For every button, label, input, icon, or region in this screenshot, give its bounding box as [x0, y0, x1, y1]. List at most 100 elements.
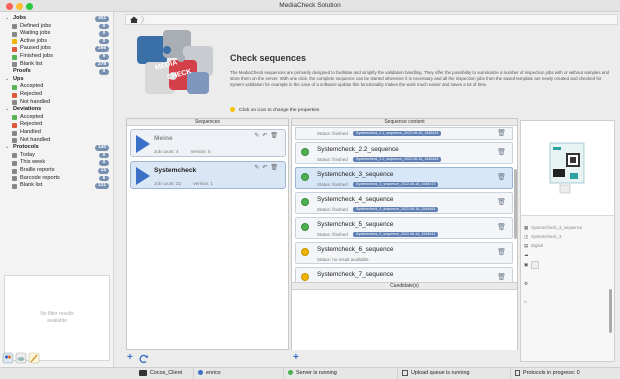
- add-candidate-button[interactable]: +: [293, 352, 299, 363]
- home-icon[interactable]: [128, 15, 148, 24]
- people-icon[interactable]: [2, 352, 14, 364]
- sidebar-item-16[interactable]: Not handled: [0, 137, 114, 145]
- result-tag[interactable]: Systemcheck_2.2_sequence_2022-06-16_1545…: [353, 157, 442, 162]
- sidebar-item-19[interactable]: This week 0: [0, 159, 114, 167]
- trash-icon[interactable]: 🗑: [497, 148, 506, 156]
- sidebar-item-17[interactable]: ⌄ Protocols 140: [0, 144, 114, 152]
- status-icon: [12, 153, 17, 159]
- result-tag[interactable]: Systemcheck_3_sequence_2022-06-16_154547…: [353, 182, 439, 187]
- sequence-content-item[interactable]: Systemcheck_6_sequence Status: no result …: [295, 242, 513, 264]
- sidebar-item-11[interactable]: Not handled: [0, 99, 114, 107]
- refresh-icon[interactable]: [139, 354, 149, 364]
- document-icon: [515, 369, 520, 376]
- status-icon: [12, 160, 17, 166]
- sidebar-item-3[interactable]: Active jobs 0: [0, 38, 114, 46]
- sidebar-item-18[interactable]: Today 0: [0, 152, 114, 160]
- user-icon: [198, 370, 203, 376]
- trash-icon[interactable]: 🗑: [270, 165, 281, 171]
- content-scrollbar[interactable]: [514, 169, 517, 239]
- close-window-button[interactable]: [6, 3, 13, 10]
- sidebar-item-label: Blank list: [20, 60, 43, 67]
- sidebar-item-2[interactable]: Waiting jobs 0: [0, 30, 114, 38]
- filter-results-panel: No filter results available: [4, 275, 110, 361]
- sidebar-item-label: Waiting jobs: [20, 30, 51, 37]
- content-item-name: Systemcheck_6_sequence: [317, 246, 394, 253]
- sidebar-item-1[interactable]: Defined jobs 0: [0, 23, 114, 31]
- sequences-panel-header: Sequences: [127, 119, 288, 126]
- count-badge: 6: [99, 175, 109, 182]
- sidebar-item-0[interactable]: ⌄ Jobs 302: [0, 15, 114, 23]
- sidebar-item-15[interactable]: Handled: [0, 129, 114, 137]
- sidebar-item-6[interactable]: Blank list 278: [0, 61, 114, 69]
- content-item-name: Systemcheck_3_sequence: [317, 171, 394, 178]
- sidebar-item-label: Handled: [20, 129, 41, 135]
- chevron-down-icon[interactable]: ⌄: [5, 144, 9, 152]
- trash-icon[interactable]: 🗑: [497, 223, 506, 231]
- client-name: Cocos_Client: [150, 370, 183, 376]
- preview-type-value: Digital: [531, 243, 543, 248]
- trash-icon[interactable]: 🗑: [497, 273, 506, 281]
- sidebar-item-13[interactable]: Accepted: [0, 114, 114, 122]
- sequence-content-item[interactable]: Systemcheck_4_sequence Status: finished Sy…: [295, 192, 513, 214]
- status-icon: [12, 54, 17, 60]
- count-badge: 5: [99, 54, 109, 60]
- preview-info-name: ▦ Systemcheck_3_sequence: [524, 225, 583, 230]
- sidebar-item-4[interactable]: Paused jobs 296: [0, 45, 114, 53]
- count-badge: 131: [94, 183, 109, 189]
- server-status-icon: [288, 370, 293, 376]
- play-icon[interactable]: [136, 167, 150, 185]
- sidebar-item-20[interactable]: Braille reports 15: [0, 167, 114, 175]
- content-item-status: Status: finished: [317, 157, 348, 162]
- partial-content-item[interactable]: Status: finished Systemcheck_2.1_sequenc…: [295, 127, 513, 140]
- chevron-down-icon[interactable]: ⌄: [5, 76, 9, 84]
- sidebar-item-21[interactable]: Barcode reports 6: [0, 175, 114, 183]
- content-item-name: Systemcheck_7_sequence: [317, 271, 394, 278]
- sequence-card[interactable]: Systemcheck Job count: 22 Version: 1 ✎↶🗑: [130, 161, 286, 189]
- sidebar-item-label: Proofs: [13, 68, 31, 75]
- trash-icon[interactable]: 🗑: [497, 129, 506, 137]
- sidebar-item-label: Rejected: [20, 121, 43, 128]
- sidebar-item-7[interactable]: Proofs 0: [0, 68, 114, 76]
- sequence-content-item[interactable]: Systemcheck_2.2_sequence Status: finished…: [295, 142, 513, 164]
- result-tag[interactable]: Systemcheck_4_sequence_2022-06-16_154549…: [353, 207, 439, 212]
- sequence-name: Systemcheck: [154, 167, 197, 174]
- sequence-card[interactable]: Meine Job count: 4 Version: 5 ✎↶🗑: [130, 129, 286, 157]
- chevron-down-icon[interactable]: ⌄: [5, 106, 9, 114]
- trash-icon[interactable]: 🗑: [497, 173, 506, 181]
- preview-info-type: ▤ Digital: [524, 243, 543, 248]
- user-name: enrico: [206, 370, 221, 376]
- add-sequence-button[interactable]: +: [127, 352, 133, 363]
- status-upload: Upload queue is running: [397, 368, 469, 379]
- trash-icon[interactable]: 🗑: [270, 133, 281, 139]
- status-bar: Cocos_Client enrico Server is running Up…: [0, 367, 620, 379]
- status-indicator-icon: [301, 223, 309, 231]
- preview-info-thumb: ▣: [524, 261, 539, 269]
- sidebar-item-label: This week: [20, 159, 46, 166]
- sidebar-item-22[interactable]: Blank list 131: [0, 182, 114, 190]
- count-badge: 302: [94, 16, 109, 22]
- sequence-content-item[interactable]: Systemcheck_3_sequence Status: finished Sy…: [295, 167, 513, 189]
- upload-icon: [402, 369, 408, 376]
- trash-icon[interactable]: 🗑: [497, 248, 506, 256]
- sidebar-item-label: Defined jobs: [20, 22, 52, 29]
- status-icon: [12, 100, 17, 106]
- play-icon[interactable]: [136, 135, 150, 153]
- trash-icon[interactable]: 🗑: [497, 198, 506, 206]
- preview-scrollbar[interactable]: [609, 289, 612, 333]
- status-icon: [12, 138, 17, 144]
- sidebar-item-14[interactable]: Rejected: [0, 121, 114, 129]
- sidebar-item-9[interactable]: Accepted: [0, 83, 114, 91]
- sidebar-item-12[interactable]: ⌄ Deviations: [0, 106, 114, 114]
- status-icon: [12, 168, 17, 174]
- sidebar-item-5[interactable]: Finished jobs 5: [0, 53, 114, 61]
- zoom-window-button[interactable]: [26, 3, 33, 10]
- status-indicator-icon: [301, 198, 309, 206]
- sidebar-item-label: Deviations: [13, 106, 42, 113]
- sidebar-item-10[interactable]: Rejected: [0, 91, 114, 99]
- sidebar-item-8[interactable]: ⌄ Ups: [0, 76, 114, 84]
- result-tag[interactable]: Systemcheck_5_sequence_2022-06-16_154551…: [353, 232, 439, 237]
- chevron-down-icon[interactable]: ⌄: [5, 15, 9, 23]
- minimize-window-button[interactable]: [16, 3, 23, 10]
- sidebar-item-label: Today: [20, 151, 35, 158]
- sequence-content-item[interactable]: Systemcheck_5_sequence Status: finished Sy…: [295, 217, 513, 239]
